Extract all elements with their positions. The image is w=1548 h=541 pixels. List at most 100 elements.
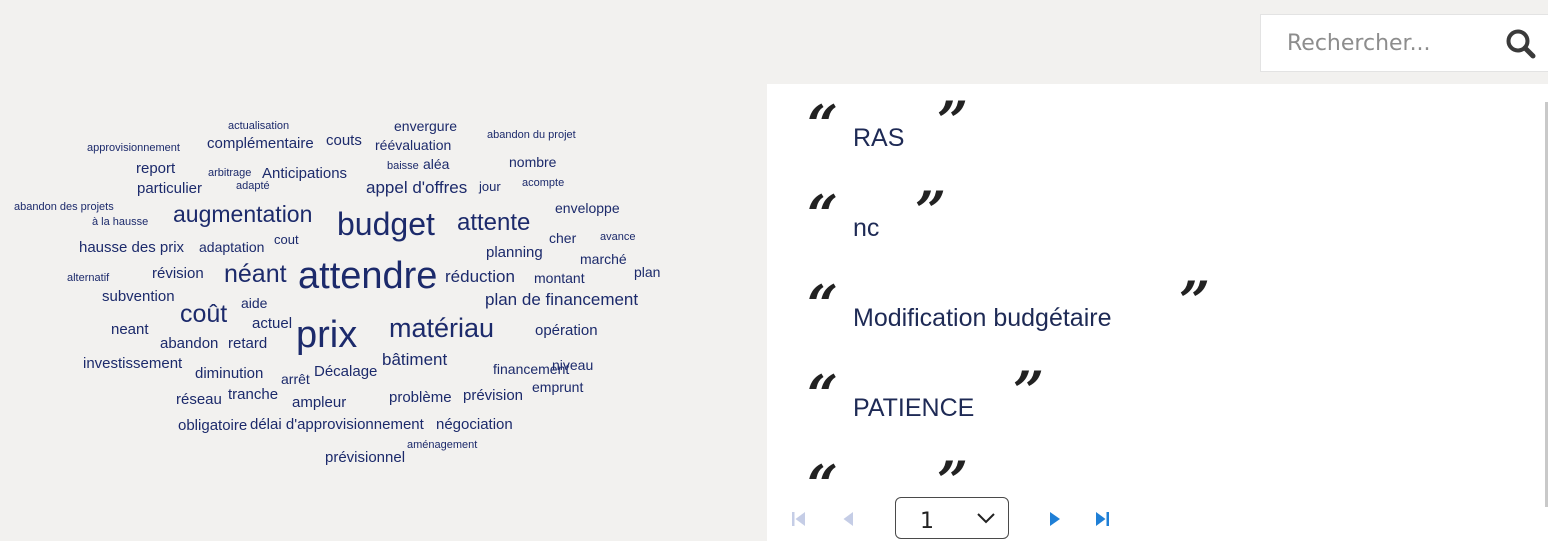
quote-text: RAS — [853, 124, 905, 152]
current-page-value: 1 — [920, 509, 934, 534]
cloud-word: arbitrage — [208, 167, 252, 179]
cloud-word: enveloppe — [555, 200, 620, 216]
cloud-word: aléa — [423, 156, 450, 172]
quote-item: “RAS” — [807, 93, 1507, 178]
quote-item: “nc” — [807, 183, 1507, 268]
cloud-word: prévisionnel — [325, 449, 406, 466]
quote-text: Modification budgétaire — [853, 304, 1112, 332]
cloud-word: prix — [296, 314, 358, 356]
quote-item: “RAS” — [807, 453, 1507, 487]
cloud-word: appel d'offres — [366, 178, 468, 197]
cloud-word: acompte — [522, 177, 565, 189]
page-select[interactable]: 1 — [895, 497, 1009, 539]
cloud-word: réseau — [176, 391, 222, 408]
cloud-word: opération — [535, 322, 598, 339]
cloud-word: délai d'approvisionnement — [250, 416, 424, 433]
cloud-word: couts — [326, 132, 362, 149]
cloud-word: négociation — [436, 416, 513, 433]
cloud-word: obligatoire — [178, 417, 248, 434]
cloud-word: à la hausse — [92, 216, 149, 228]
cloud-word: révision — [152, 265, 204, 282]
previous-page-icon[interactable] — [839, 509, 859, 529]
cloud-word: aide — [241, 295, 268, 311]
cloud-word: abandon des projets — [14, 201, 114, 213]
cloud-word: abandon — [160, 335, 219, 352]
next-page-icon[interactable] — [1045, 509, 1065, 529]
close-quote-mark: ” — [937, 89, 969, 153]
cloud-word: coût — [180, 300, 228, 328]
quote-text: PATIENCE — [853, 394, 975, 422]
cloud-word: hausse des prix — [79, 239, 185, 256]
cloud-word: envergure — [394, 118, 458, 134]
cloud-word: particulier — [137, 180, 203, 197]
pagination: 1 — [767, 497, 1548, 541]
open-quote-mark: “ — [807, 453, 839, 487]
cloud-word: attente — [457, 209, 531, 236]
cloud-word: ampleur — [292, 394, 347, 411]
cloud-word: avance — [600, 231, 636, 243]
cloud-word: subvention — [102, 288, 175, 305]
search-box — [1260, 14, 1548, 72]
cloud-word: aménagement — [407, 439, 478, 451]
quotes-panel: “ RAS ” “ nc ” “ Modification budgétaire ” “ PATIE… — [767, 84, 1548, 541]
cloud-word: problème — [389, 389, 452, 406]
cloud-word: report — [136, 160, 176, 177]
open-quote-mark: “ — [807, 93, 839, 157]
cloud-word: prévision — [463, 387, 524, 404]
cloud-word: Anticipations — [262, 165, 348, 182]
cloud-word: matériau — [389, 313, 495, 343]
cloud-word: adapté — [236, 180, 270, 192]
cloud-word: plan — [634, 264, 661, 280]
open-quote-mark: “ — [807, 183, 839, 247]
cloud-word: marché — [580, 251, 627, 267]
close-quote-mark: ” — [1013, 359, 1045, 423]
cloud-word: actualisation — [228, 120, 290, 132]
cloud-word: réévaluation — [375, 137, 452, 153]
close-quote-mark: ” — [1179, 269, 1211, 333]
cloud-word: cher — [549, 230, 577, 246]
quote-text: RAS — [853, 484, 904, 487]
first-page-icon[interactable] — [789, 509, 809, 529]
word-cloud: actualisation envergure approvisionnement c… — [0, 90, 760, 510]
cloud-word: baisse — [387, 160, 419, 172]
open-quote-mark: “ — [807, 363, 839, 427]
cloud-word: adaptation — [199, 239, 265, 255]
cloud-word: plan de financement — [485, 290, 639, 309]
cloud-word: augmentation — [173, 201, 313, 227]
cloud-word: budget — [337, 206, 435, 242]
cloud-word: néant — [224, 260, 287, 288]
close-quote-mark: ” — [915, 179, 947, 243]
chevron-down-icon — [977, 513, 995, 524]
close-quote-mark: ” — [937, 449, 969, 487]
cloud-word: montant — [534, 270, 585, 286]
cloud-word: emprunt — [532, 379, 584, 395]
search-icon[interactable] — [1504, 27, 1538, 61]
cloud-word: planning — [486, 244, 543, 261]
cloud-word: nombre — [509, 154, 557, 170]
cloud-word: bâtiment — [382, 350, 448, 369]
cloud-word: alternatif — [67, 272, 110, 284]
cloud-word: diminution — [195, 365, 264, 382]
cloud-word: retard — [228, 335, 268, 352]
cloud-word: neant — [111, 321, 149, 338]
cloud-word: jour — [479, 179, 501, 194]
cloud-word: complémentaire — [207, 135, 314, 152]
cloud-word: tranche — [228, 386, 279, 403]
cloud-word: abandon du projet — [487, 129, 576, 141]
cloud-word: réduction — [445, 267, 515, 286]
search-input[interactable] — [1261, 15, 1481, 71]
quotes-list: “ RAS ” “ nc ” “ Modification budgétaire ” “ PATIE… — [767, 84, 1541, 487]
quote-item: “PATIENCE” — [807, 363, 1507, 448]
cloud-word: attendre — [298, 255, 438, 297]
quote-item: “Modification budgétaire” — [807, 273, 1507, 358]
cloud-word: niveau — [552, 357, 594, 373]
cloud-word: cout — [274, 232, 299, 247]
cloud-word: arrêt — [281, 371, 310, 387]
last-page-icon[interactable] — [1093, 509, 1113, 529]
open-quote-mark: “ — [807, 273, 839, 337]
cloud-word: approvisionnement — [87, 142, 180, 154]
cloud-word: investissement — [83, 355, 183, 372]
cloud-word: Décalage — [314, 363, 378, 380]
quote-text: nc — [853, 214, 880, 242]
cloud-word: actuel — [252, 315, 293, 332]
